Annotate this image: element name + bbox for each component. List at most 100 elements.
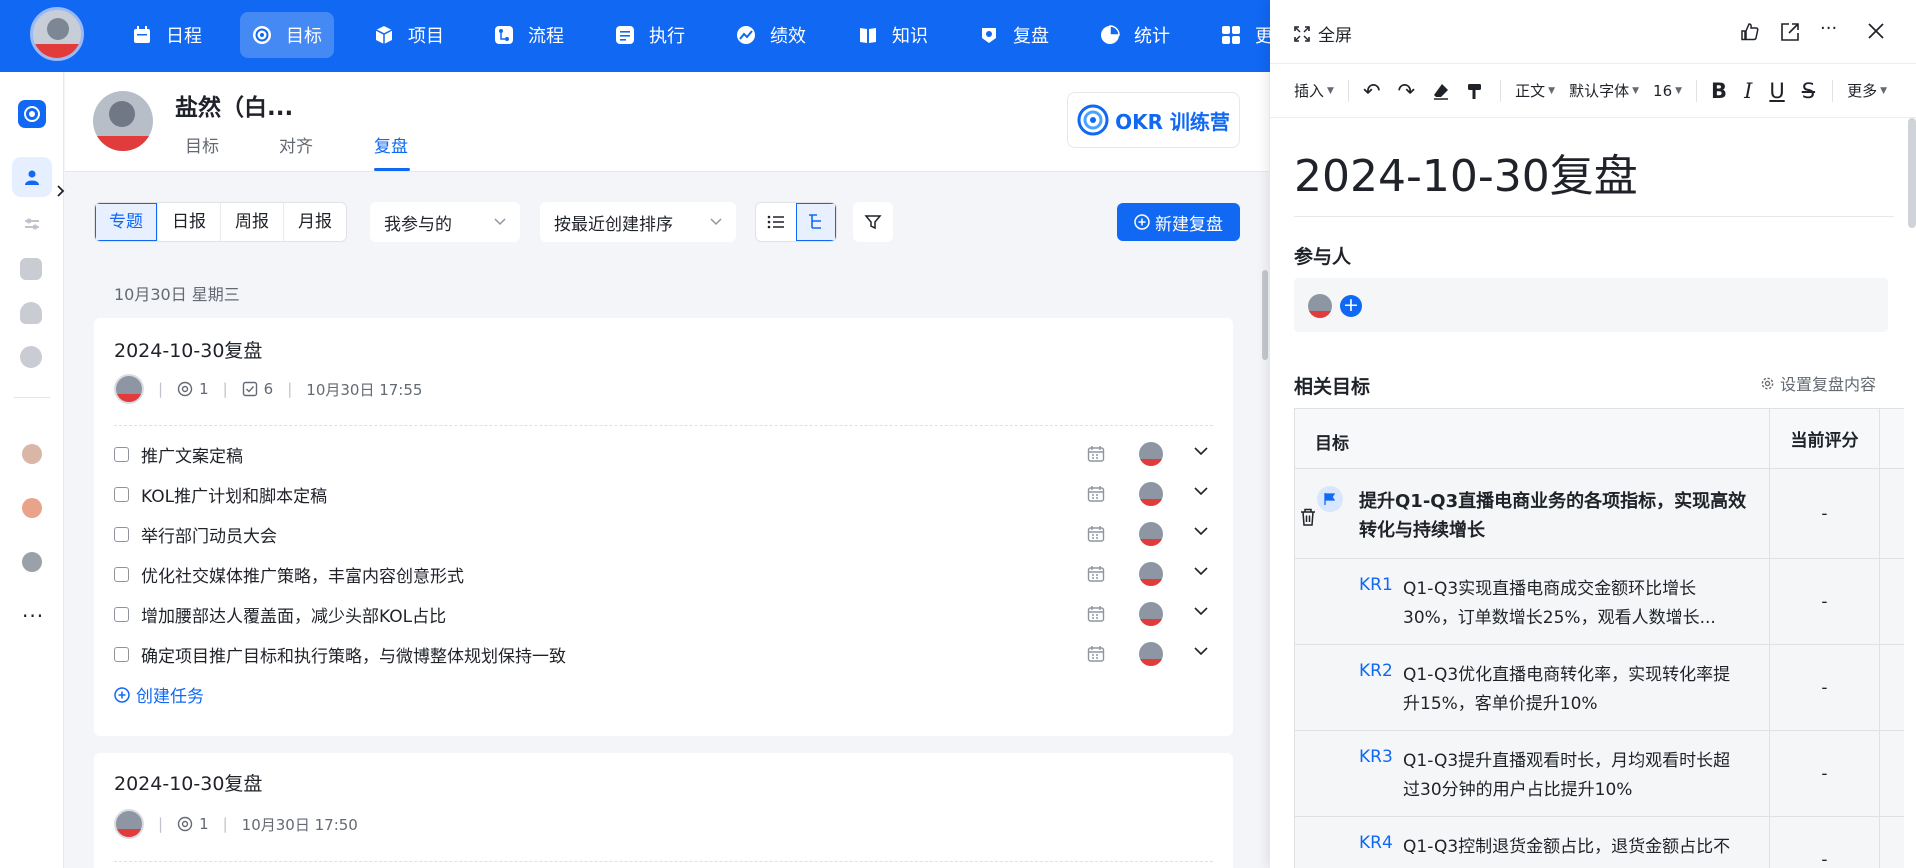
fullscreen-button[interactable]: 全屏 xyxy=(1294,21,1352,46)
okr-training-badge[interactable]: OKR 训练营 xyxy=(1067,92,1240,148)
kr-row[interactable]: KR2 Q1-Q3优化直播电商转化率，实现转化率提升15%，客单价提升10% - xyxy=(1295,645,1904,731)
calendar-icon[interactable] xyxy=(1087,565,1105,583)
nav-item-projects[interactable]: 项目 xyxy=(362,12,456,58)
avatar[interactable] xyxy=(114,374,144,404)
user-avatar[interactable] xyxy=(93,91,153,151)
assignee-avatar[interactable] xyxy=(1139,442,1163,466)
nav-item-schedule[interactable]: 日程 xyxy=(120,12,214,58)
task-row[interactable]: KOL推广计划和脚本定稿 xyxy=(114,475,1213,513)
review-card[interactable]: 2024-10-30复盘 | 1 | 6 | 10月30日 17:55 推广文案… xyxy=(94,318,1233,736)
italic-icon[interactable]: I xyxy=(1744,79,1752,103)
close-icon[interactable] xyxy=(1867,22,1885,40)
task-row[interactable]: 确定项目推广目标和执行策略，与微博整体规划保持一致 xyxy=(114,635,1213,673)
nav-item-goals[interactable]: 目标 xyxy=(240,12,334,58)
tab-align[interactable]: 对齐 xyxy=(279,132,313,157)
more-dots-icon[interactable]: ··· xyxy=(22,604,44,628)
more-format-menu[interactable]: 更多 ▼ xyxy=(1847,80,1887,101)
kr-text[interactable]: Q1-Q3控制退货金额占比，退货金额占比不 xyxy=(1403,833,1743,862)
task-title[interactable]: 推广文案定稿 xyxy=(141,442,243,467)
task-checkbox[interactable] xyxy=(114,566,129,582)
expand-chevron-icon[interactable] xyxy=(56,184,66,198)
chevron-down-icon[interactable] xyxy=(1194,487,1208,496)
sort-select[interactable]: 按最近创建排序 xyxy=(540,202,736,242)
font-family-select[interactable]: 默认字体 ▼ xyxy=(1569,80,1639,101)
calendar-icon[interactable] xyxy=(1087,645,1105,663)
assignee-avatar[interactable] xyxy=(1139,522,1163,546)
calendar-icon[interactable] xyxy=(1087,605,1105,623)
bold-icon[interactable]: B xyxy=(1711,79,1727,103)
nav-item-performance[interactable]: 绩效 xyxy=(724,12,818,58)
undo-icon[interactable]: ↶ xyxy=(1363,79,1381,103)
rail-avatar-1[interactable] xyxy=(22,444,42,464)
chevron-down-icon[interactable] xyxy=(1194,647,1208,656)
task-checkbox[interactable] xyxy=(114,446,129,462)
goal-module-icon[interactable] xyxy=(18,100,46,128)
kr-row[interactable]: KR3 Q1-Q3提升直播观看时长，月均观看时长超过30分钟的用户占比提升10%… xyxy=(1295,731,1904,817)
list-view-button[interactable] xyxy=(756,203,796,241)
panel-scrollbar[interactable] xyxy=(1908,118,1916,228)
rail-avatar-3[interactable] xyxy=(22,552,42,572)
scope-select[interactable]: 我参与的 xyxy=(370,202,520,242)
kr-row[interactable]: KR1 Q1-Q3实现直播电商成交金额环比增长30%，订单数增长25%，观看人数… xyxy=(1295,559,1904,645)
segment-topic[interactable]: 专题 xyxy=(95,203,158,241)
tab-goals[interactable]: 目标 xyxy=(185,132,219,157)
strikethrough-icon[interactable]: S xyxy=(1802,79,1815,103)
task-title[interactable]: KOL推广计划和脚本定稿 xyxy=(141,482,327,507)
chevron-down-icon[interactable] xyxy=(1194,607,1208,616)
insert-menu[interactable]: 插入 ▼ xyxy=(1294,80,1334,101)
main-scrollbar[interactable] xyxy=(1262,270,1268,360)
segment-monthly[interactable]: 月报 xyxy=(284,203,346,241)
task-title[interactable]: 优化社交媒体推广策略，丰富内容创意形式 xyxy=(141,562,464,587)
nav-item-flow[interactable]: 流程 xyxy=(482,12,576,58)
kr-row[interactable]: KR4 Q1-Q3控制退货金额占比，退货金额占比不 - xyxy=(1295,817,1904,868)
task-checkbox[interactable] xyxy=(114,526,129,542)
chevron-down-icon[interactable] xyxy=(1194,447,1208,456)
assignee-avatar[interactable] xyxy=(1139,642,1163,666)
chevron-down-icon[interactable] xyxy=(1194,567,1208,576)
task-checkbox[interactable] xyxy=(114,646,129,662)
task-row[interactable]: 举行部门动员大会 xyxy=(114,515,1213,553)
eraser-icon[interactable] xyxy=(1432,82,1450,100)
review-settings-link[interactable]: 设置复盘内容 xyxy=(1760,371,1876,395)
review-card-title[interactable]: 2024-10-30复盘 xyxy=(114,769,262,796)
tab-review[interactable]: 复盘 xyxy=(374,132,408,157)
trash-icon[interactable] xyxy=(1299,507,1317,527)
rail-item-person[interactable] xyxy=(12,157,52,197)
assignee-avatar[interactable] xyxy=(1139,602,1163,626)
thumbs-up-icon[interactable] xyxy=(1740,22,1760,42)
task-title[interactable]: 举行部门动员大会 xyxy=(141,522,277,547)
objective-text[interactable]: 提升Q1-Q3直播电商业务的各项指标，实现高效转化与持续增长 xyxy=(1359,487,1749,545)
kr-text[interactable]: Q1-Q3实现直播电商成交金额环比增长30%，订单数增长25%，观看人数增长..… xyxy=(1403,575,1743,633)
participant-avatar[interactable] xyxy=(1308,294,1332,318)
add-participant-button[interactable]: + xyxy=(1340,295,1362,317)
app-logo-avatar[interactable] xyxy=(30,7,84,61)
segment-weekly[interactable]: 周报 xyxy=(221,203,284,241)
nav-item-review[interactable]: 复盘 xyxy=(967,12,1061,58)
more-options-icon[interactable]: ··· xyxy=(1820,18,1837,39)
review-card-title[interactable]: 2024-10-30复盘 xyxy=(114,336,262,363)
segment-daily[interactable]: 日报 xyxy=(158,203,221,241)
open-external-icon[interactable] xyxy=(1780,22,1800,42)
doc-title[interactable]: 2024-10-30复盘 xyxy=(1294,140,1638,204)
task-checkbox[interactable] xyxy=(114,486,129,502)
nav-item-stats[interactable]: 统计 xyxy=(1088,12,1182,58)
task-checkbox[interactable] xyxy=(114,606,129,622)
assignee-avatar[interactable] xyxy=(1139,482,1163,506)
calendar-icon[interactable] xyxy=(1087,485,1105,503)
nav-item-knowledge[interactable]: 知识 xyxy=(846,12,940,58)
create-task-button[interactable]: 创建任务 xyxy=(114,682,204,707)
calendar-icon[interactable] xyxy=(1087,445,1105,463)
task-row[interactable]: 增加腰部达人覆盖面，减少头部KOL占比 xyxy=(114,595,1213,633)
align-icon[interactable] xyxy=(22,214,42,234)
task-title[interactable]: 增加腰部达人覆盖面，减少头部KOL占比 xyxy=(141,602,446,627)
rail-item-board-icon[interactable] xyxy=(20,258,42,280)
filter-button[interactable] xyxy=(853,202,893,242)
rail-item-pie-icon[interactable] xyxy=(20,346,42,368)
task-title[interactable]: 确定项目推广目标和执行策略，与微博整体规划保持一致 xyxy=(141,642,566,667)
calendar-icon[interactable] xyxy=(1087,525,1105,543)
task-row[interactable]: 推广文案定稿 xyxy=(114,435,1213,473)
rail-item-doc-icon[interactable] xyxy=(20,302,42,324)
objective-row[interactable]: 提升Q1-Q3直播电商业务的各项指标，实现高效转化与持续增长 - xyxy=(1295,469,1904,559)
kr-text[interactable]: Q1-Q3提升直播观看时长，月均观看时长超过30分钟的用户占比提升10% xyxy=(1403,747,1743,805)
underline-icon[interactable]: U xyxy=(1769,79,1784,103)
